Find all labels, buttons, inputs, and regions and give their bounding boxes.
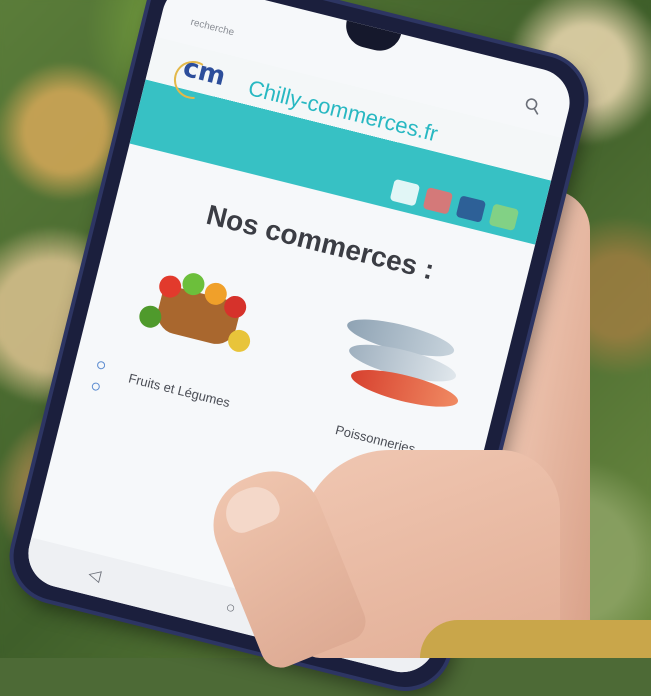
- category-card-fruits[interactable]: Fruits et Légumes: [90, 235, 300, 419]
- url-bar[interactable]: recherche: [189, 17, 235, 38]
- site-title[interactable]: Chilly-commerces.fr: [245, 75, 441, 147]
- thumb-nail: [218, 479, 284, 538]
- fish-image: [321, 290, 471, 418]
- status-left: [194, 0, 197, 3]
- status-right: [545, 77, 548, 91]
- home-button[interactable]: ○: [223, 599, 237, 619]
- back-button[interactable]: ◁: [86, 564, 103, 586]
- search-icon[interactable]: [523, 96, 542, 115]
- banner-illustration: [389, 178, 520, 232]
- category-label[interactable]: Fruits et Légumes: [90, 361, 268, 419]
- category-card-poissonneries[interactable]: Poissonneries: [286, 284, 496, 468]
- yellow-sleeve: [420, 620, 651, 658]
- pagination-dots[interactable]: [88, 360, 106, 405]
- fruit-basket-image: [125, 241, 275, 369]
